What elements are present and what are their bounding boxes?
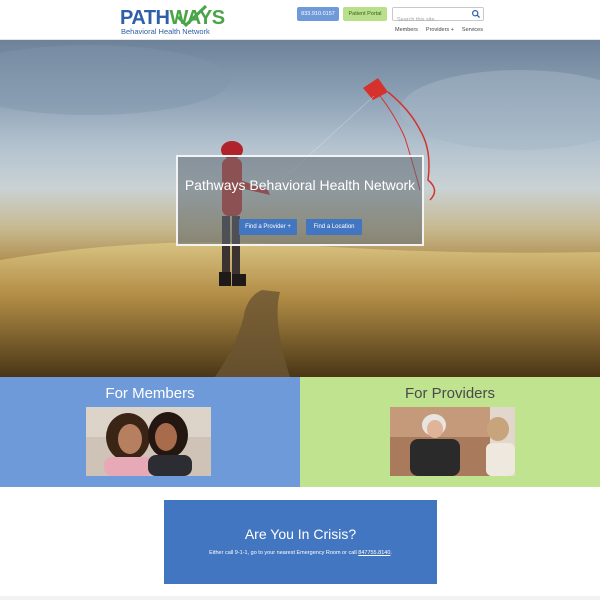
search-input[interactable] — [393, 14, 465, 26]
search-box — [392, 7, 484, 26]
crisis-phone-link[interactable]: 847755.8140 — [358, 550, 390, 556]
nav-providers[interactable]: Providers + — [426, 27, 454, 33]
hero-title: Pathways Behavioral Health Network — [184, 177, 416, 193]
hero-banner: Pathways Behavioral Health Network Find … — [0, 40, 600, 377]
site-header: PATHWAYS Behavioral Health Network 833.9… — [0, 0, 600, 40]
crisis-text: Either call 9-1-1, go to your nearest Em… — [209, 550, 392, 556]
search-icon[interactable] — [471, 9, 481, 19]
providers-title: For Providers — [404, 385, 496, 402]
footer-strip — [0, 596, 600, 600]
crisis-box: Are You In Crisis? Either call 9-1-1, go… — [164, 500, 437, 584]
main-nav: Members Providers + Services — [395, 27, 483, 33]
crisis-title: Are You In Crisis? — [244, 526, 357, 542]
providers-photo — [390, 407, 515, 476]
phone-button[interactable]: 833.910.0157 — [297, 7, 339, 21]
members-photo — [86, 407, 211, 476]
find-location-button[interactable]: Find a Location — [306, 219, 362, 235]
providers-panel[interactable]: For Providers — [300, 377, 600, 487]
site-logo[interactable]: PATHWAYS Behavioral Health Network — [120, 5, 225, 37]
patient-portal-button[interactable]: Patient Portal — [343, 7, 387, 21]
members-title: For Members — [105, 385, 195, 402]
find-provider-button[interactable]: Find a Provider + — [239, 219, 297, 235]
hero-card: Pathways Behavioral Health Network Find … — [176, 155, 424, 246]
nav-services[interactable]: Services — [462, 27, 483, 33]
logo-check-icon — [176, 5, 208, 27]
members-panel[interactable]: For Members — [0, 377, 300, 487]
logo-subtitle: Behavioral Health Network — [121, 27, 210, 36]
nav-members[interactable]: Members — [395, 27, 418, 33]
logo-wordmark: PATHWAYS — [120, 7, 225, 29]
